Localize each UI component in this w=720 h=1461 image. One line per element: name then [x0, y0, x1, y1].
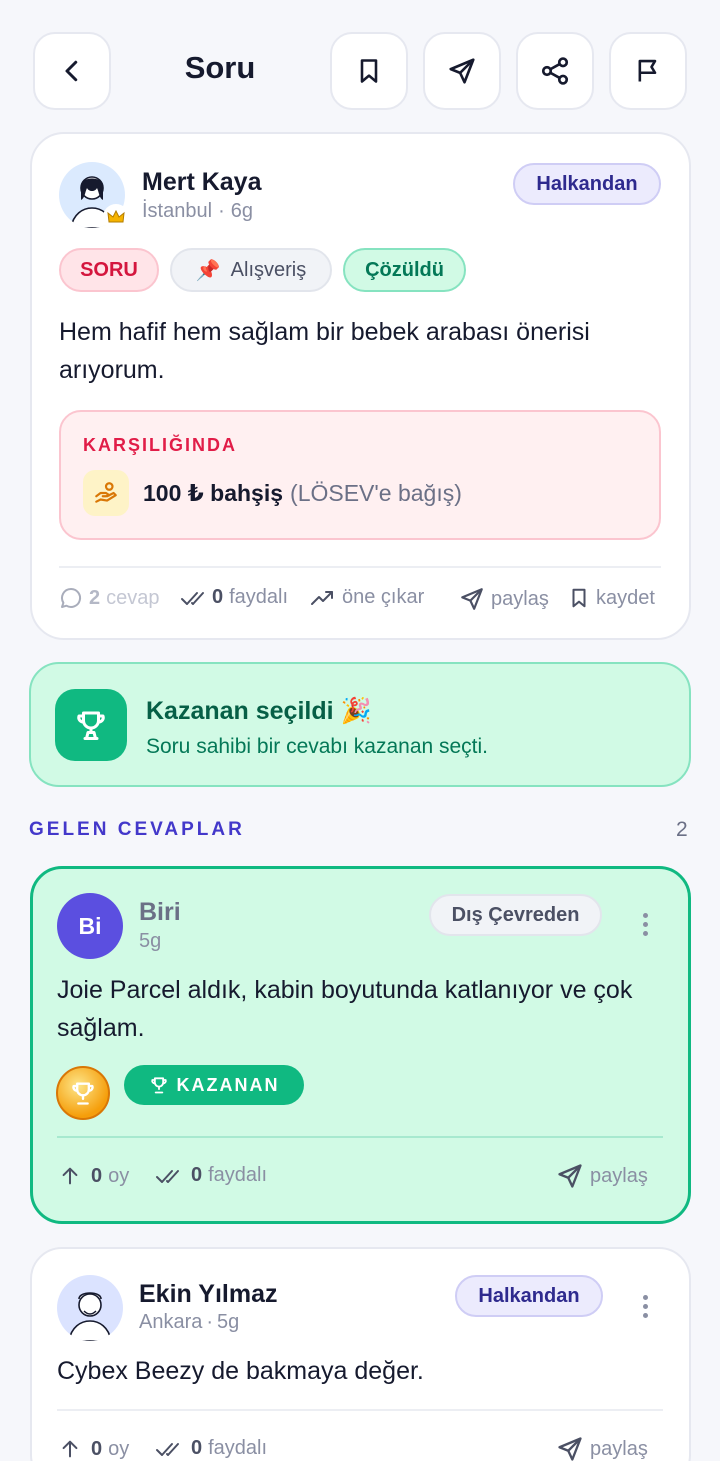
author-location: İstanbul — [142, 200, 213, 222]
category-tag[interactable]: 📌 Alışveriş — [170, 248, 332, 292]
pin-icon: 📌 — [195, 259, 221, 282]
hand-coin-icon — [93, 480, 119, 506]
helpful-number: 0 — [191, 1437, 203, 1459]
divider — [59, 566, 661, 568]
helpful-number: 0 — [191, 1164, 203, 1186]
back-icon — [57, 56, 87, 86]
votes-label: oy — [108, 1164, 130, 1187]
send-icon — [447, 56, 477, 86]
double-check-icon — [155, 1438, 181, 1460]
helpful-button[interactable]: 0 faydalı — [180, 586, 288, 609]
reward-heading: KARŞILIĞINDA — [83, 435, 237, 455]
winner-label: KAZANAN — [176, 1074, 280, 1095]
trophy-icon — [73, 707, 109, 743]
bookmark-icon — [568, 586, 590, 610]
promote-label: öne çıkar — [342, 586, 425, 608]
send-icon — [556, 1435, 584, 1461]
share-label: paylaş — [590, 1437, 648, 1460]
reward-amount: 100 ₺ bahşiş — [143, 480, 284, 506]
audience-badge: Halkandan — [455, 1275, 603, 1317]
share-label: paylaş — [491, 587, 549, 610]
avatar[interactable]: Bi — [57, 893, 123, 959]
question-text: Hem hafif hem sağlam bir bebek arabası ö… — [59, 318, 590, 384]
gold-medal-icon — [56, 1066, 110, 1120]
answer-text: Cybex Beezy de bakmaya değer. — [57, 1357, 424, 1385]
send-icon — [459, 586, 485, 612]
answers-total: 2 — [676, 818, 688, 841]
upvote-button[interactable]: 0 oy — [59, 1437, 129, 1461]
answers-heading: GELEN CEVAPLAR — [29, 819, 245, 840]
double-check-icon — [180, 587, 206, 609]
upvote-button[interactable]: 0 oy — [59, 1164, 129, 1188]
promote-button[interactable]: öne çıkar — [310, 586, 424, 609]
status-badge: Çözüldü — [343, 248, 466, 292]
flag-icon — [634, 57, 662, 85]
winner-badge: KAZANAN — [124, 1065, 304, 1105]
author-meta: İstanbul · 6g — [142, 200, 253, 223]
share-action[interactable]: paylaş — [556, 1162, 648, 1190]
answers-label: cevap — [106, 586, 160, 609]
post-age: 5g — [217, 1311, 240, 1333]
answer-meta: Ankara · 5g — [139, 1311, 239, 1334]
meta-separator: · — [206, 1311, 214, 1333]
reward-icon-box — [83, 470, 129, 516]
divider — [57, 1136, 663, 1138]
helpful-label: faydalı — [229, 586, 289, 608]
share-action[interactable]: paylaş — [459, 586, 549, 612]
post-age: 6g — [230, 200, 253, 222]
page-title: Soru — [184, 50, 256, 85]
type-tag: SORU — [59, 248, 159, 292]
answer-age: 5g — [139, 930, 162, 952]
back-button[interactable] — [33, 32, 111, 110]
more-options-icon[interactable] — [643, 913, 649, 940]
votes-number: 0 — [91, 1437, 103, 1460]
category-label: Alışveriş — [230, 258, 307, 281]
author-location: Ankara — [139, 1311, 203, 1333]
answer-author[interactable]: Ekin Yılmaz — [139, 1280, 278, 1309]
double-check-icon — [155, 1165, 181, 1187]
send-icon — [556, 1162, 584, 1190]
helpful-label: faydalı — [208, 1437, 268, 1459]
trophy-icon-box — [55, 689, 127, 761]
winner-title: Kazanan seçildi 🎉 — [146, 697, 372, 725]
save-action[interactable]: kaydet — [568, 586, 655, 610]
bookmark-icon — [355, 57, 383, 85]
helpful-label: faydalı — [208, 1164, 268, 1186]
reward-box — [59, 410, 661, 540]
meta-separator: · — [218, 200, 225, 222]
avatar[interactable] — [57, 1275, 123, 1341]
reward-note: (LÖSEV'e bağış) — [290, 480, 462, 506]
audience-badge: Dış Çevreden — [429, 894, 602, 936]
helpful-number: 0 — [212, 586, 224, 608]
votes-number: 0 — [91, 1164, 103, 1187]
send-button[interactable] — [423, 32, 501, 110]
arrow-up-icon — [59, 1437, 81, 1461]
trophy-icon — [149, 1075, 169, 1095]
votes-label: oy — [108, 1437, 130, 1460]
answer-text: Joie Parcel aldık, kabin boyutunda katla… — [57, 976, 633, 1042]
bookmark-button[interactable] — [330, 32, 408, 110]
answers-count[interactable]: 2 cevap — [59, 586, 160, 610]
reward-text: 100 ₺ bahşiş (LÖSEV'e bağış) — [143, 480, 462, 507]
report-button[interactable] — [609, 32, 687, 110]
answer-author[interactable]: Biri — [139, 898, 181, 927]
helpful-button[interactable]: 0 faydalı — [155, 1437, 267, 1460]
audience-badge: Halkandan — [513, 163, 661, 205]
share-action[interactable]: paylaş — [556, 1435, 648, 1461]
helpful-button[interactable]: 0 faydalı — [155, 1164, 267, 1187]
arrow-up-icon — [59, 1164, 81, 1188]
more-options-icon[interactable] — [643, 1295, 649, 1322]
crown-icon — [103, 204, 129, 230]
winner-subtitle: Soru sahibi bir cevabı kazanan seçti. — [146, 735, 489, 758]
trending-up-icon — [310, 587, 336, 609]
divider — [57, 1409, 663, 1411]
share-button[interactable] — [516, 32, 594, 110]
answers-number: 2 — [89, 586, 101, 609]
save-label: kaydet — [596, 586, 655, 609]
share-label: paylaş — [590, 1164, 648, 1187]
avatar-initials: Bi — [78, 912, 102, 939]
share-icon — [539, 55, 571, 87]
author-name[interactable]: Mert Kaya — [142, 168, 262, 197]
comment-icon — [59, 586, 83, 610]
